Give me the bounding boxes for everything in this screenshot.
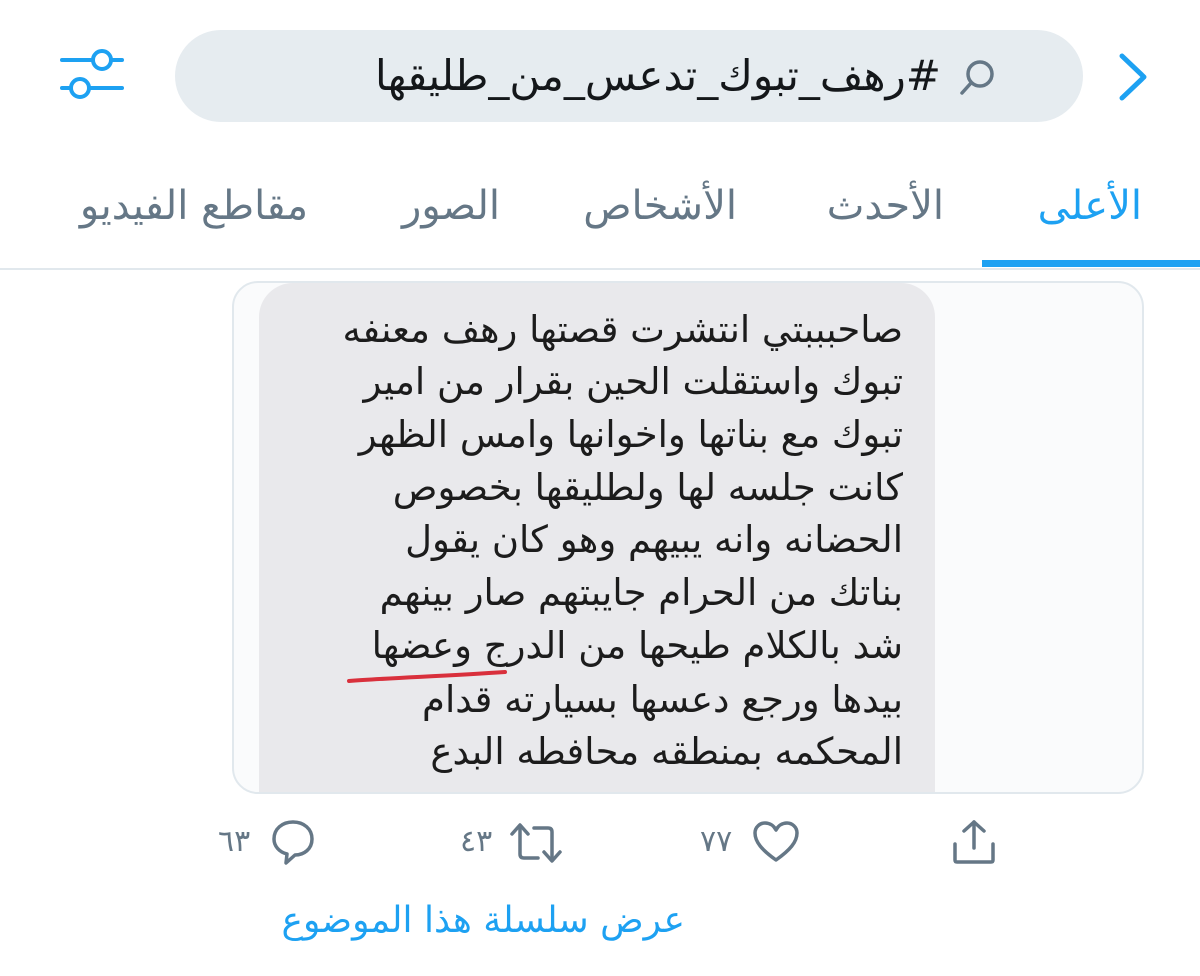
- heart-icon: [753, 821, 799, 862]
- note-line: بناتك من الحرام جايبتهم صار بينهم: [379, 571, 903, 614]
- tab-top[interactable]: الأعلى: [1038, 178, 1142, 234]
- tweet-media[interactable]: صاحبببتي انتشرت قصتها رهف معنفه تبوك واس…: [232, 281, 1144, 794]
- share-icon: [953, 820, 995, 864]
- note-line: تبوك واستقلت الحين بقرار من امير: [363, 360, 904, 403]
- note-line: شد بالكلام طيحها من الدرج وعضها: [371, 624, 903, 667]
- back-button[interactable]: [1110, 50, 1156, 104]
- search-input[interactable]: #رهف_تبوك_تدعس_من_طليقها: [175, 30, 1083, 122]
- reply-count: ٦٣: [218, 824, 251, 859]
- search-query: #رهف_تبوك_تدعس_من_طليقها: [375, 51, 941, 100]
- retweet-icon: [510, 823, 562, 863]
- note-line: تبوك مع بناتها واخوانها وامس الظهر: [358, 413, 903, 456]
- filter-button[interactable]: [58, 45, 126, 103]
- note-screenshot: صاحبببتي انتشرت قصتها رهف معنفه تبوك واس…: [259, 283, 935, 792]
- search-tabs: الأعلى الأحدث الأشخاص الصور مقاطع الفيدي…: [0, 150, 1200, 270]
- chevron-right-icon: [1119, 53, 1147, 101]
- note-line: المحكمه بمنطقه محافطه البدع: [430, 730, 903, 773]
- tab-photos[interactable]: الصور: [402, 178, 500, 234]
- tab-latest[interactable]: الأحدث: [827, 178, 944, 234]
- like-count: ٧٧: [700, 824, 733, 859]
- note-line: كانت جلسه لها ولطليقها بخصوص: [392, 466, 903, 509]
- retweet-button[interactable]: ٤٣: [460, 816, 564, 872]
- like-button[interactable]: ٧٧: [700, 816, 800, 872]
- sliders-icon: [60, 49, 124, 99]
- note-line: صاحبببتي انتشرت قصتها رهف معنفه: [342, 308, 903, 351]
- note-line: بيدها ورجع دعسها بسيارته قدام: [422, 678, 903, 721]
- reply-icon: [272, 820, 314, 865]
- tab-videos[interactable]: مقاطع الفيديو: [80, 178, 308, 234]
- retweet-count: ٤٣: [460, 824, 493, 859]
- active-tab-indicator: [982, 260, 1200, 267]
- reply-button[interactable]: ٦٣: [218, 816, 318, 872]
- show-thread-link[interactable]: عرض سلسلة هذا الموضوع: [281, 895, 685, 947]
- share-button[interactable]: [948, 816, 1000, 872]
- search-icon: [960, 60, 994, 95]
- note-line: الحضانه وانه يبيهم وهو كان يقول: [405, 518, 903, 561]
- tab-people[interactable]: الأشخاص: [583, 178, 737, 234]
